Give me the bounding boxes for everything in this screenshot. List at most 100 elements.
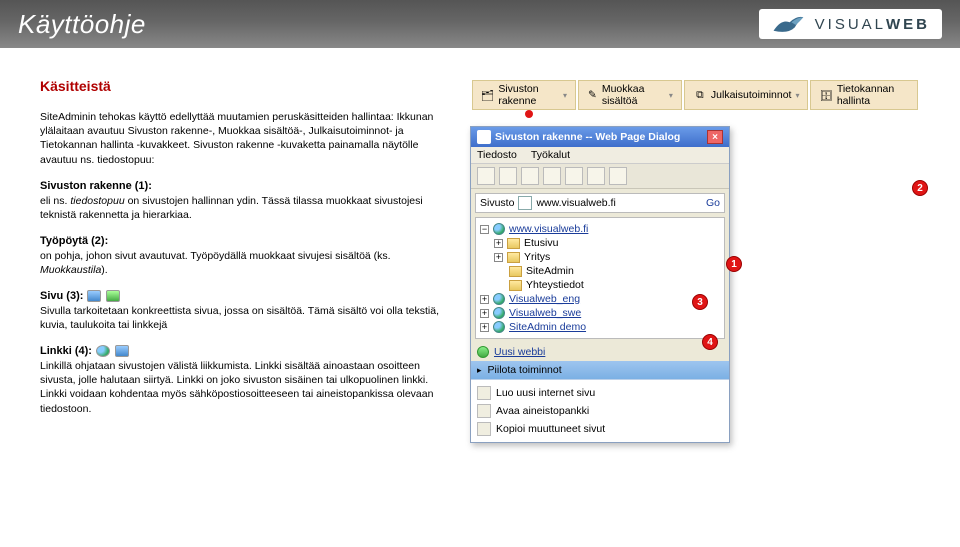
tab-publish[interactable]: ⧉ Julkaisutoiminnot ▾ [684,80,809,110]
tool-delete-icon[interactable] [587,167,605,185]
section-3-head: Sivu (3): [40,290,83,302]
globe-icon [493,223,505,235]
chevron-down-icon: ▾ [795,91,799,100]
copy-icon [477,422,491,436]
tree-icon: 🗂 [481,88,494,102]
bird-icon [771,12,805,36]
action-label: Luo uusi internet sivu [496,387,595,399]
tree-label[interactable]: Visualweb_swe [509,307,581,319]
doc-intro: SiteAdminin tehokas käyttö edellyttää mu… [40,110,440,167]
callout-badge-4: 4 [702,334,718,350]
actions-panel-head[interactable]: ▸ Piilota toiminnot [471,361,729,379]
top-tabs: 🗂 Sivuston rakenne ▾ ✎ Muokkaa sisältöä … [470,78,920,112]
new-web-label: Uusi webbi [494,346,545,358]
new-web-link[interactable]: Uusi webbi [471,343,729,361]
menu-tools[interactable]: Työkalut [531,149,570,161]
tool-help-icon[interactable] [609,167,627,185]
tool-copy-icon[interactable] [543,167,561,185]
tool-new-icon[interactable] [499,167,517,185]
globe-icon [493,307,505,319]
app-header: Käyttöohje VISUALWEB [0,0,960,48]
close-button[interactable]: × [707,130,723,144]
structure-dialog: Sivuston rakenne -- Web Page Dialog × Ti… [470,126,730,443]
database-icon: 🗄 [819,88,832,102]
actions-panel-title: Piilota toiminnot [488,364,562,376]
tree-node-swe[interactable]: + Visualweb_swe [480,306,720,320]
section-4: Linkki (4): Linkillä ohjataan sivustojen… [40,344,440,416]
tree-root[interactable]: − www.visualweb.fi [480,222,720,236]
action-new-page[interactable]: Luo uusi internet sivu [477,384,723,402]
site-label: Sivusto [480,197,514,209]
dialog-toolbar [471,164,729,189]
add-icon [477,346,489,358]
tab-label: Sivuston rakenne [498,83,559,107]
site-input[interactable] [536,197,702,209]
tab-label: Muokkaa sisältöä [602,83,665,107]
collapse-icon: ▸ [477,365,482,376]
globe-icon [493,293,505,305]
tab-edit-content[interactable]: ✎ Muokkaa sisältöä ▾ [578,80,682,110]
section-1-head: Sivuston rakenne (1): [40,180,152,192]
callout-badge-3: 3 [692,294,708,310]
tree-label[interactable]: Visualweb_eng [509,293,580,305]
menu-file[interactable]: Tiedosto [477,149,517,161]
section-1: Sivuston rakenne (1): eli ns. tiedostopu… [40,179,440,222]
tool-cut-icon[interactable] [521,167,539,185]
doc-body: Käsitteistä SiteAdminin tehokas käyttö e… [40,78,440,443]
doc-heading: Käsitteistä [40,78,440,94]
tree-node-demo[interactable]: + SiteAdmin demo [480,320,720,334]
expand-icon[interactable]: + [480,323,489,332]
page-title: Käyttöohje [18,9,146,40]
dialog-titlebar: Sivuston rakenne -- Web Page Dialog × [471,127,729,147]
brand-logo: VISUALWEB [759,9,942,39]
globe-icon [493,321,505,333]
section-2-body: on pohja, johon sivut avautuvat. Työpöyd… [40,250,391,276]
expand-icon[interactable]: + [494,253,503,262]
section-1-body: eli ns. tiedostopuu on sivustojen hallin… [40,195,423,221]
go-button[interactable]: Go [706,197,720,209]
tree-label[interactable]: www.visualweb.fi [509,223,588,235]
tab-database[interactable]: 🗄 Tietokannan hallinta [810,80,918,110]
action-copy-changed[interactable]: Kopioi muuttuneet sivut [477,420,723,438]
tab-structure[interactable]: 🗂 Sivuston rakenne ▾ [472,80,576,110]
section-2-head: Työpöytä (2): [40,235,108,247]
link-icon [115,345,129,357]
tree-node-yhteystiedot[interactable]: Yhteystiedot [480,278,720,292]
asset-bank-icon [477,404,491,418]
expand-icon[interactable]: + [480,295,489,304]
tree-node-yritys[interactable]: + Yritys [480,250,720,264]
tree-node-etusivu[interactable]: + Etusivu [480,236,720,250]
tool-paste-icon[interactable] [565,167,583,185]
action-open-assets[interactable]: Avaa aineistopankki [477,402,723,420]
page-icon [87,290,101,302]
tree-node-eng[interactable]: + Visualweb_eng [480,292,720,306]
publish-icon: ⧉ [693,88,707,102]
tree-label[interactable]: SiteAdmin demo [509,321,586,333]
tree-label: Yritys [524,251,550,263]
tree-node-siteadmin[interactable]: SiteAdmin [480,264,720,278]
dialog-title: Sivuston rakenne -- Web Page Dialog [495,131,680,143]
collapse-icon[interactable]: − [480,225,489,234]
expand-icon[interactable]: + [480,309,489,318]
callout-badge-1: 1 [726,256,742,272]
tool-open-icon[interactable] [477,167,495,185]
actions-panel-body: Luo uusi internet sivu Avaa aineistopank… [471,379,729,442]
chevron-down-icon: ▾ [563,91,567,100]
section-4-body: Linkillä ohjataan sivustojen välistä lii… [40,360,433,415]
callout-dot [525,110,533,118]
tab-label: Tietokannan hallinta [837,83,909,107]
chevron-down-icon: ▾ [669,91,673,100]
window-icon [477,130,491,144]
edit-icon: ✎ [587,88,598,102]
screenshot-panel: 🗂 Sivuston rakenne ▾ ✎ Muokkaa sisältöä … [470,78,920,443]
folder-icon [507,252,520,263]
tree-label: SiteAdmin [526,265,574,277]
site-icon [518,196,532,210]
action-label: Avaa aineistopankki [496,405,589,417]
page-alt-icon [106,290,120,302]
globe-icon [96,345,110,357]
section-4-head: Linkki (4): [40,345,92,357]
folder-icon [509,266,522,277]
expand-icon[interactable]: + [494,239,503,248]
folder-icon [507,238,520,249]
